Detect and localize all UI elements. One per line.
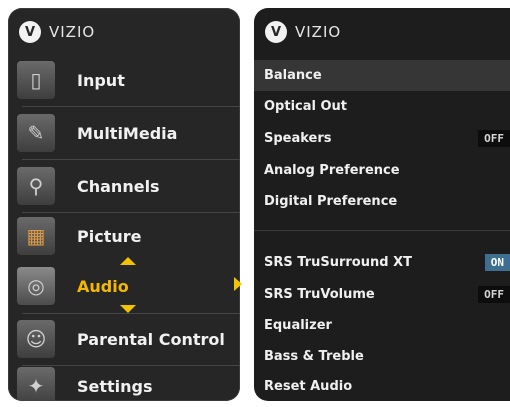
audio-item-label: SRS TruVolume	[264, 287, 375, 302]
menu-item-label: Audio	[77, 276, 129, 296]
parental-control-icon: ☺	[17, 320, 55, 358]
menu-item-label: MultiMedia	[77, 123, 178, 143]
audio-item-optical-out[interactable]: Optical Out	[254, 91, 510, 122]
audio-item-srs-truvolume[interactable]: SRS TruVolume OFF	[254, 279, 510, 310]
menu-item-label: Parental Control	[77, 329, 225, 349]
settings-icon: ✦	[17, 367, 55, 401]
speakers-value: OFF	[478, 130, 510, 147]
brand-name: VIZIO	[295, 23, 342, 41]
audio-item-label: Digital Preference	[264, 194, 398, 209]
menu-item-channels[interactable]: ⚲ Channels	[8, 160, 240, 212]
audio-item-label: Reset Audio	[264, 379, 353, 394]
srs-trusurround-value: ON	[484, 254, 510, 271]
menu-item-parental-control[interactable]: ☺ Parental Control	[8, 313, 240, 365]
audio-icon: ◎	[17, 267, 55, 305]
audio-item-balance[interactable]: Balance	[254, 60, 510, 91]
srs-truvolume-value: OFF	[478, 286, 510, 303]
audio-item-reset-audio[interactable]: Reset Audio	[254, 371, 510, 401]
audio-item-label: Analog Preference	[264, 163, 400, 178]
audio-item-analog-preference[interactable]: Analog Preference	[254, 155, 510, 186]
menu-item-label: Picture	[77, 226, 142, 246]
input-icon: ▯	[17, 61, 55, 99]
audio-item-srs-trusurround[interactable]: SRS TruSurround XT ON	[254, 247, 510, 278]
audio-item-speakers[interactable]: Speakers OFF	[254, 123, 510, 154]
menu-item-label: Input	[77, 70, 125, 90]
menu-item-label: Channels	[77, 176, 160, 196]
audio-item-label: Bass & Treble	[264, 349, 364, 364]
audio-item-digital-preference[interactable]: Digital Preference	[254, 186, 510, 217]
menu-item-settings[interactable]: ✦ Settings	[8, 360, 240, 401]
submenu-divider	[254, 230, 510, 231]
vizio-logo-icon: V	[19, 21, 41, 43]
audio-item-label: SRS TruSurround XT	[264, 255, 412, 270]
audio-item-label: Equalizer	[264, 318, 332, 333]
audio-item-equalizer[interactable]: Equalizer	[254, 310, 510, 341]
brand-name: VIZIO	[49, 23, 96, 41]
menu-item-label: Settings	[77, 376, 153, 396]
vizio-logo-icon: V	[265, 21, 287, 43]
picture-icon: ▦	[17, 217, 55, 255]
scroll-down-icon[interactable]	[120, 305, 136, 313]
active-item-arrow-icon	[234, 277, 242, 291]
menu-item-multimedia[interactable]: ✎ MultiMedia	[8, 107, 240, 159]
menu-item-input[interactable]: ▯ Input	[8, 54, 240, 106]
audio-item-label: Speakers	[264, 131, 332, 146]
main-menu-header: V VIZIO	[8, 8, 240, 56]
channels-icon: ⚲	[17, 167, 55, 205]
submenu-header: V VIZIO	[254, 8, 510, 56]
audio-submenu-panel: V VIZIO Balance Optical Out Speakers OFF…	[254, 8, 510, 401]
audio-item-bass-treble[interactable]: Bass & Treble	[254, 341, 510, 372]
audio-item-label: Balance	[264, 68, 322, 83]
multimedia-icon: ✎	[17, 114, 55, 152]
main-menu-panel: V VIZIO ▯ Input ✎ MultiMedia ⚲ Channels …	[8, 8, 240, 401]
menu-item-picture[interactable]: ▦ Picture	[8, 210, 240, 262]
audio-item-label: Optical Out	[264, 99, 348, 114]
